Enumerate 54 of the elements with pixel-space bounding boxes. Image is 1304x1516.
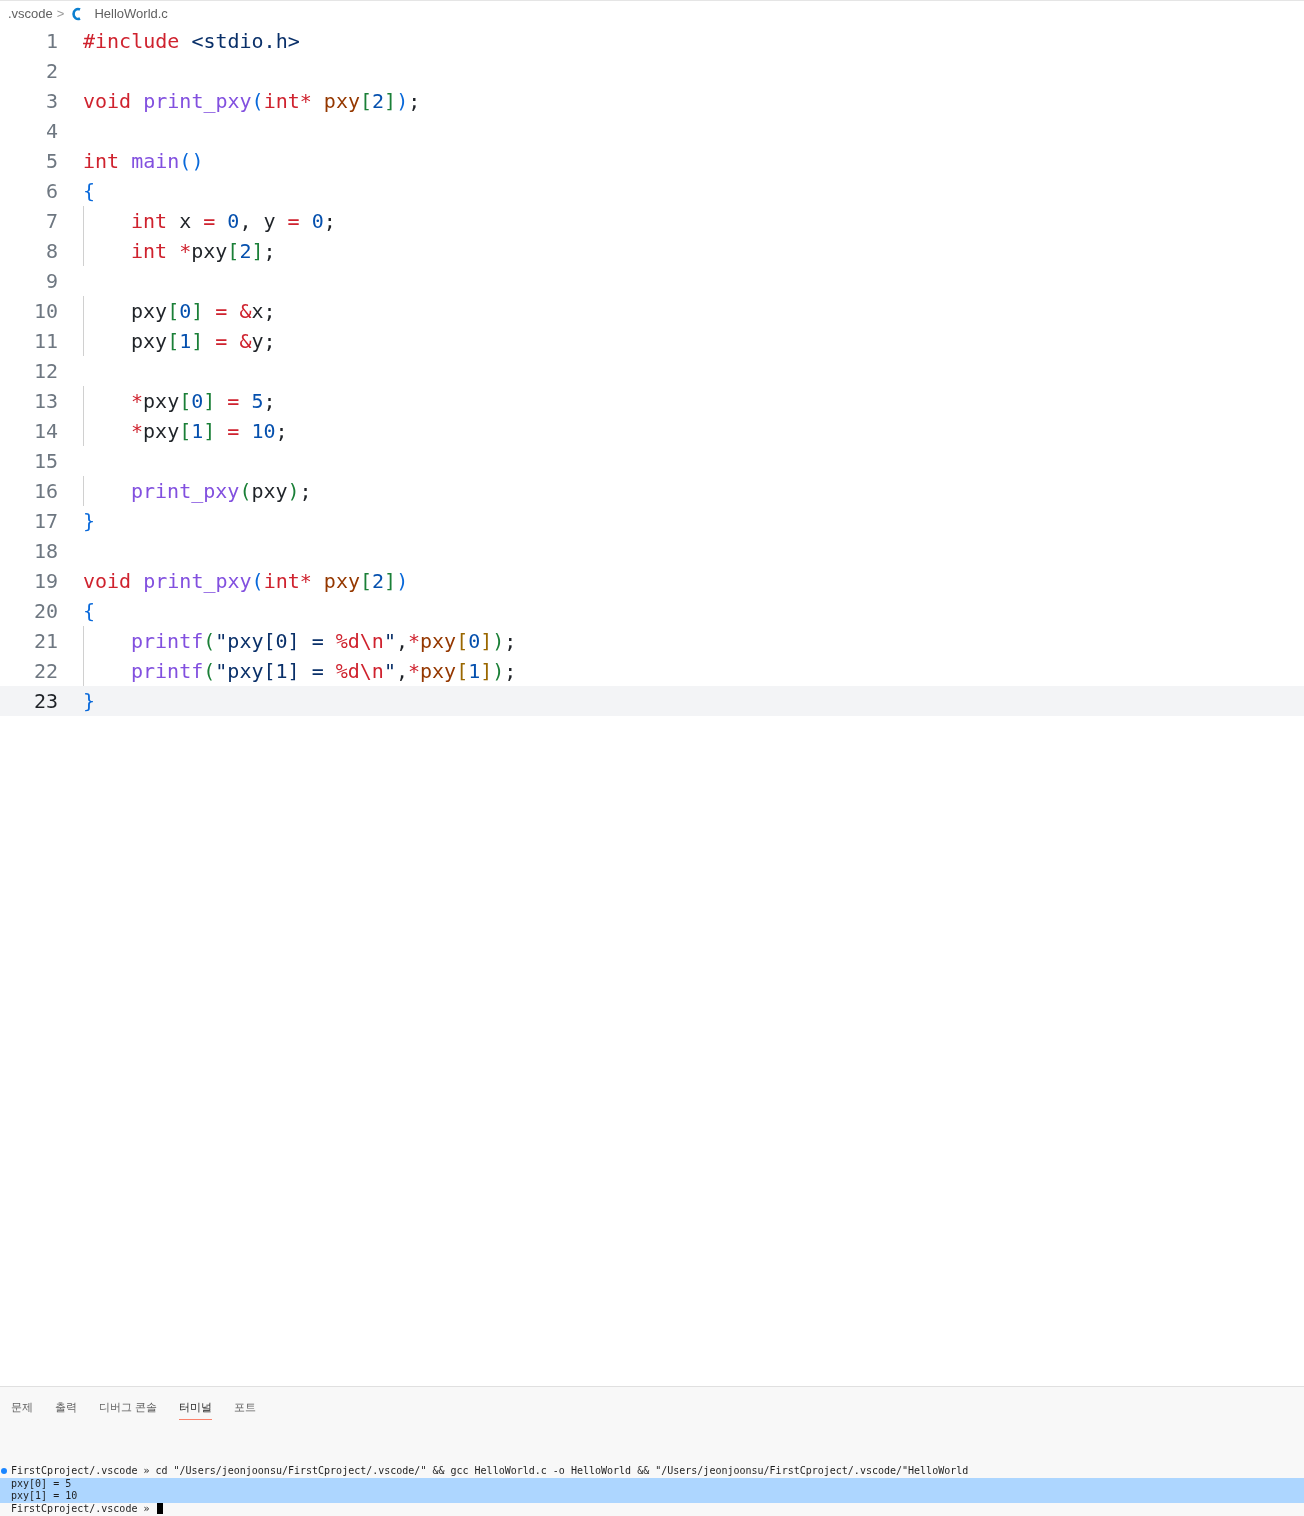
line-number: 18 <box>32 538 58 565</box>
c-file-icon <box>72 6 83 21</box>
panel-tab[interactable]: 포트 <box>234 1399 257 1420</box>
code-line: int x = 0, y = 0; <box>131 208 336 235</box>
terminal-output: pxy[0] = 5 <box>11 1477 72 1490</box>
terminal-prompt: FirstCproject/.vscode » <box>11 1502 150 1515</box>
line-number: 9 <box>44 268 58 295</box>
code-line: printf("pxy[0] = %d\n",*pxy[0]); <box>131 628 517 655</box>
line-number: 15 <box>32 448 58 475</box>
line-number: 16 <box>32 478 58 505</box>
code-line: pxy[0] = &x; <box>131 298 276 325</box>
code-line: print_pxy(pxy); <box>131 478 312 505</box>
code-line: int *pxy[2]; <box>131 238 276 265</box>
line-number: 19 <box>32 568 58 595</box>
code-line: *pxy[1] = 10; <box>131 418 288 445</box>
code-line: void print_pxy(int* pxy[2]) <box>83 568 409 595</box>
code-line: { <box>83 178 96 205</box>
line-number: 23 <box>32 688 58 715</box>
breadcrumb-folder[interactable]: .vscode <box>8 3 53 24</box>
panel-tab[interactable]: 출력 <box>55 1399 77 1420</box>
line-number: 4 <box>44 118 58 145</box>
code-line: printf("pxy[1] = %d\n",*pxy[1]); <box>131 658 517 685</box>
breadcrumb-file[interactable]: HelloWorld.c <box>94 3 168 24</box>
line-number: 1 <box>44 28 58 55</box>
line-number: 13 <box>32 388 58 415</box>
line-number: 20 <box>32 598 58 625</box>
code-line: *pxy[0] = 5; <box>131 388 276 415</box>
breadcrumb-separator: > <box>56 4 65 23</box>
line-number: 5 <box>44 148 58 175</box>
panel-tab[interactable]: 디버그 콘솔 <box>99 1399 158 1420</box>
code-line: pxy[1] = &y; <box>131 328 276 355</box>
code-line: int main() <box>83 148 204 175</box>
line-number: 14 <box>32 418 58 445</box>
line-number: 8 <box>44 238 58 265</box>
terminal-command: FirstCproject/.vscode » cd "/Users/jeonjoonsu/FirstCproject/.vscode/" && gcc HelloWorld.c -o HelloWorld && "/Users/jeonjoonsu/FirstCproject/.vscode/"HelloWorld <box>11 1465 969 1478</box>
line-number: 17 <box>32 508 58 535</box>
line-number: 11 <box>32 328 58 355</box>
code-line: { <box>83 598 96 625</box>
panel-tab[interactable]: 터미널 <box>179 1399 213 1420</box>
code-line: } <box>83 508 96 535</box>
line-number: 6 <box>44 178 58 205</box>
line-number: 3 <box>44 88 58 115</box>
line-number: 10 <box>32 298 58 325</box>
code-line: } <box>83 688 96 715</box>
line-number: 2 <box>44 58 58 85</box>
line-number: 12 <box>32 358 58 385</box>
line-number: 7 <box>44 208 58 235</box>
panel-tab[interactable]: 문제 <box>11 1399 33 1420</box>
line-number: 21 <box>32 628 58 655</box>
line-number: 22 <box>32 658 58 685</box>
terminal-output: pxy[1] = 10 <box>11 1490 78 1503</box>
code-line: #include <stdio.h> <box>83 28 300 55</box>
terminal-cursor <box>157 1503 164 1515</box>
code-line: void print_pxy(int* pxy[2]); <box>83 88 421 115</box>
